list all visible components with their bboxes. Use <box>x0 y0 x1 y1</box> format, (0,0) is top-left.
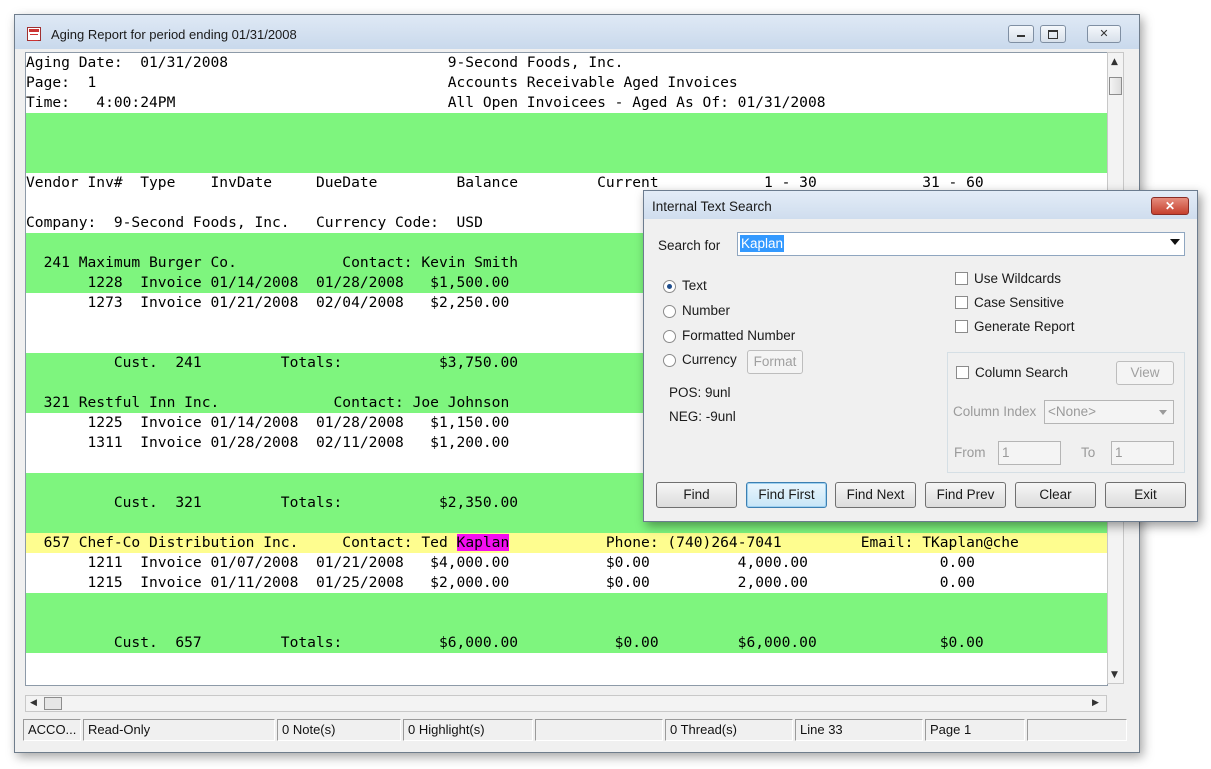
radio-text[interactable] <box>663 280 676 293</box>
generate-report-checkbox[interactable] <box>955 320 968 333</box>
case-sensitive-checkbox[interactable] <box>955 296 968 309</box>
use-wildcards-checkbox[interactable] <box>955 272 968 285</box>
find-first-button[interactable]: Find First <box>746 482 827 508</box>
to-field[interactable]: 1 <box>1111 441 1174 465</box>
status-mode: Read-Only <box>83 719 275 741</box>
title-bar[interactable]: Aging Report for period ending 01/31/200… <box>15 15 1139 49</box>
status-bar: ACCO... Read-Only 0 Note(s) 0 Highlight(… <box>23 719 1131 743</box>
dialog-title-bar[interactable]: Internal Text Search ✕ <box>644 191 1197 219</box>
column-search-checkbox[interactable] <box>956 366 969 379</box>
window-title: Aging Report for period ending 01/31/200… <box>51 27 297 42</box>
scroll-left-icon[interactable]: ◀ <box>30 698 37 708</box>
company-line: Company: 9-Second Foods, Inc. Currency C… <box>26 214 483 231</box>
status-notes: 0 Note(s) <box>277 719 401 741</box>
chevron-down-icon[interactable] <box>1159 410 1167 415</box>
report-band <box>26 113 1107 173</box>
report-header-line: Time: 4:00:24PM All Open Invoicees - Age… <box>26 94 826 111</box>
case-sensitive-label[interactable]: Case Sensitive <box>974 295 1064 310</box>
customer-header: 321 Restful Inn Inc. Contact: Joe Johnso… <box>26 394 510 411</box>
chevron-down-icon[interactable] <box>1170 239 1180 245</box>
search-label: Search for <box>658 238 721 253</box>
app-icon <box>27 27 41 41</box>
status-highlights: 0 Highlight(s) <box>403 719 533 741</box>
minimize-icon <box>1017 35 1025 37</box>
customer-header-text: 657 Chef-Co Distribution Inc. Contact: T… <box>26 534 457 551</box>
invoice-row: 1311 Invoice 01/28/2008 02/11/2008 $1,20… <box>26 434 510 451</box>
status-page: Page 1 <box>925 719 1025 741</box>
to-label: To <box>1081 445 1096 460</box>
status-threads: 0 Thread(s) <box>665 719 793 741</box>
pos-format-label: POS: 9unl <box>669 385 731 400</box>
dialog-title: Internal Text Search <box>652 199 772 214</box>
invoice-row: 1225 Invoice 01/14/2008 01/28/2008 $1,15… <box>26 414 510 431</box>
radio-number-label[interactable]: Number <box>682 303 730 318</box>
close-button[interactable]: ✕ <box>1087 25 1121 43</box>
invoice-row: 1215 Invoice 01/11/2008 01/25/2008 $2,00… <box>26 574 975 591</box>
report-header-line: Aging Date: 01/31/2008 9-Second Foods, I… <box>26 54 624 71</box>
radio-text-label[interactable]: Text <box>682 278 707 293</box>
neg-format-label: NEG: -9unl <box>669 409 736 424</box>
customer-totals: Cust. 321 Totals: $2,350.00 <box>26 494 519 511</box>
find-next-button[interactable]: Find Next <box>835 482 916 508</box>
search-match-highlight: Kaplan <box>456 534 510 551</box>
search-input[interactable]: Kaplan <box>737 232 1185 256</box>
clear-button[interactable]: Clear <box>1015 482 1096 508</box>
invoice-row: 1211 Invoice 01/07/2008 01/21/2008 $4,00… <box>26 554 975 571</box>
invoice-row: 1273 Invoice 01/21/2008 02/04/2008 $2,25… <box>26 294 510 311</box>
horizontal-scroll-thumb[interactable] <box>44 697 62 710</box>
search-dialog: Internal Text Search ✕ Search for Kaplan… <box>643 190 1198 522</box>
view-button[interactable]: View <box>1116 361 1174 385</box>
close-icon: ✕ <box>1164 199 1176 213</box>
column-index-label: Column Index <box>953 404 1037 419</box>
customer-header: 657 Chef-Co Distribution Inc. Contact: T… <box>26 533 1019 553</box>
from-label: From <box>954 445 986 460</box>
scroll-up-icon[interactable]: ▲ <box>1111 57 1118 67</box>
radio-currency[interactable] <box>663 354 676 367</box>
scroll-right-icon[interactable]: ▶ <box>1092 698 1099 708</box>
scroll-down-icon[interactable]: ▼ <box>1111 670 1118 680</box>
customer-totals: Cust. 241 Totals: $3,750.00 <box>26 354 519 371</box>
use-wildcards-label[interactable]: Use Wildcards <box>974 271 1061 286</box>
minimize-button[interactable] <box>1008 25 1034 43</box>
find-prev-button[interactable]: Find Prev <box>925 482 1006 508</box>
column-search-group: Column Search View Column Index <None> F… <box>947 352 1185 473</box>
invoice-row: 1228 Invoice 01/14/2008 01/28/2008 $1,50… <box>26 274 510 291</box>
exit-button[interactable]: Exit <box>1105 482 1186 508</box>
vertical-scroll-thumb[interactable] <box>1109 77 1122 95</box>
close-icon: ✕ <box>1099 27 1109 40</box>
status-account: ACCO... <box>23 719 81 741</box>
maximize-button[interactable] <box>1040 25 1066 43</box>
radio-formatted-number[interactable] <box>663 330 676 343</box>
format-button[interactable]: Format <box>747 350 803 374</box>
from-field[interactable]: 1 <box>998 441 1061 465</box>
radio-number[interactable] <box>663 305 676 318</box>
maximize-icon <box>1048 30 1058 39</box>
column-index-value: <None> <box>1048 404 1097 419</box>
customer-header: 241 Maximum Burger Co. Contact: Kevin Sm… <box>26 254 519 271</box>
column-search-label[interactable]: Column Search <box>975 365 1068 380</box>
generate-report-label[interactable]: Generate Report <box>974 319 1075 334</box>
customer-header-text: Phone: (740)264-7041 Email: TKaplan@che <box>509 534 1019 551</box>
customer-totals: Cust. 657 Totals: $6,000.00 $0.00 $6,000… <box>26 634 984 651</box>
status-empty <box>1027 719 1127 741</box>
report-header-line: Page: 1 Accounts Receivable Aged Invoice… <box>26 74 738 91</box>
horizontal-scrollbar[interactable]: ◀ ▶ <box>25 695 1107 712</box>
radio-formatted-number-label[interactable]: Formatted Number <box>682 328 795 343</box>
find-button[interactable]: Find <box>656 482 737 508</box>
column-index-select[interactable]: <None> <box>1044 400 1174 424</box>
status-empty <box>535 719 663 741</box>
dialog-close-button[interactable]: ✕ <box>1151 197 1189 215</box>
search-input-value[interactable]: Kaplan <box>740 235 785 252</box>
status-line: Line 33 <box>795 719 923 741</box>
radio-currency-label[interactable]: Currency <box>682 352 737 367</box>
